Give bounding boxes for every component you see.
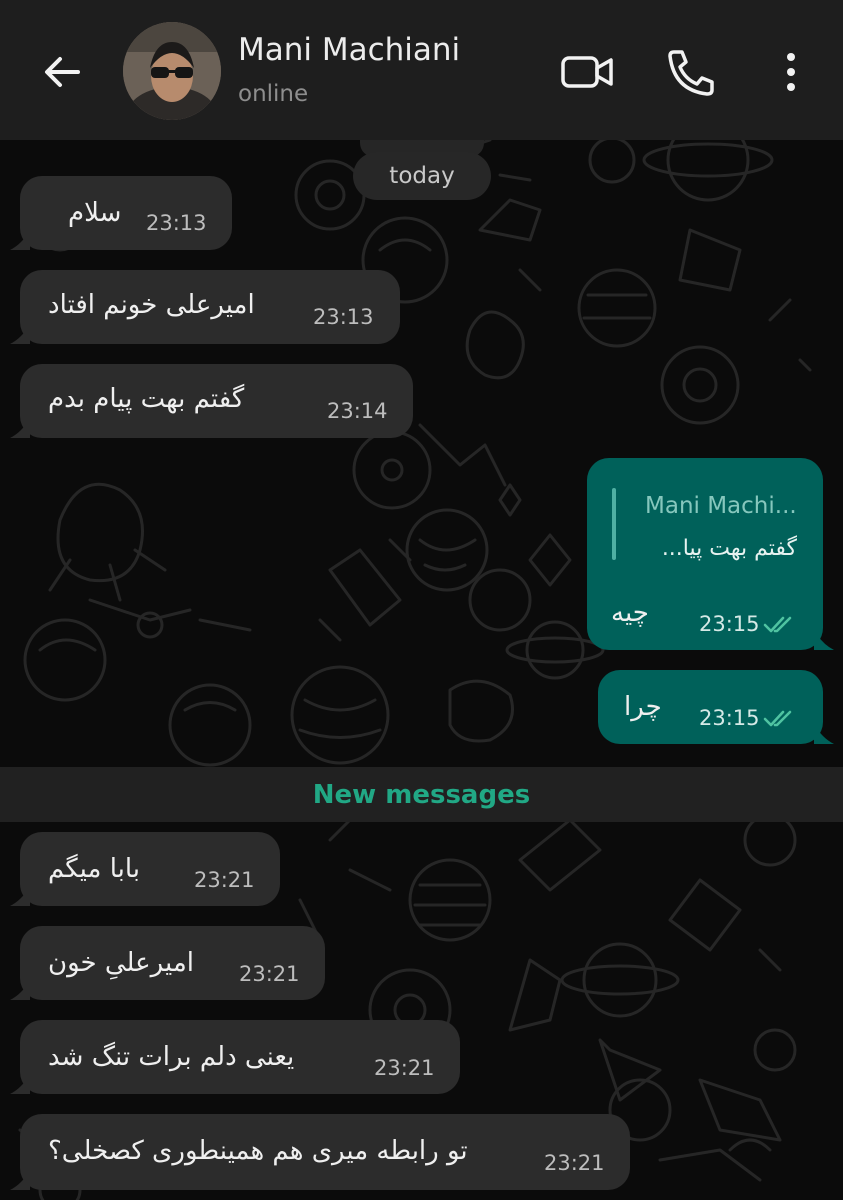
chat-header: Mani Machiani online <box>0 0 843 140</box>
incoming-message[interactable]: سلام 23:13 <box>10 176 232 250</box>
outgoing-message[interactable]: چرا 23:15 <box>598 670 834 744</box>
message-text: سلام <box>68 198 122 228</box>
bubble-tail <box>10 418 30 438</box>
incoming-message[interactable]: بابا میگم 23:21 <box>10 832 280 906</box>
bubble-tail <box>10 230 30 250</box>
message-text: تو رابطه میری هم همینطوری کصخلی؟ <box>48 1136 468 1166</box>
incoming-message[interactable]: تو رابطه میری هم همینطوری کصخلی؟ 23:21 <box>10 1114 630 1190</box>
contact-name[interactable]: Mani Machiani <box>238 32 460 68</box>
bubble-tail <box>10 980 30 1000</box>
bubble-tail <box>814 724 834 744</box>
message-time: 23:13 <box>146 211 207 235</box>
message-time: 23:15 <box>699 612 760 636</box>
incoming-message[interactable]: یعنی دلم برات تنگ شد 23:21 <box>10 1020 460 1094</box>
reply-quote-text: گفتم بهت پیا... <box>661 536 797 561</box>
phone-icon[interactable] <box>660 46 718 98</box>
incoming-message[interactable]: امیرعلیِ خون 23:21 <box>10 926 325 1000</box>
new-messages-divider: New messages <box>0 767 843 822</box>
incoming-message[interactable]: امیرعلی خونم افتاد 23:13 <box>10 270 400 344</box>
more-vertical-icon[interactable] <box>775 48 807 96</box>
bubble-tail <box>10 324 30 344</box>
message-time: 23:21 <box>374 1056 435 1080</box>
message-text: امیرعلی خونم افتاد <box>48 290 255 320</box>
read-checkmarks-icon <box>763 616 792 633</box>
message-time: 23:21 <box>239 962 300 986</box>
outgoing-message[interactable]: Mani Machi... گفتم بهت پیا... چیه 23:15 <box>587 458 834 650</box>
date-separator: today <box>353 152 491 200</box>
message-time: 23:21 <box>194 868 255 892</box>
message-time: 23:14 <box>327 399 388 423</box>
message-time: 23:15 <box>699 706 760 730</box>
message-time: 23:13 <box>313 305 374 329</box>
reply-quote-bar <box>612 488 616 560</box>
message-text: یعنی دلم برات تنگ شد <box>48 1042 295 1072</box>
message-time: 23:21 <box>544 1151 605 1175</box>
bubble-tail <box>814 630 834 650</box>
read-checkmarks-icon <box>763 710 792 727</box>
reply-sender-name: Mani Machi... <box>645 493 797 519</box>
video-call-icon[interactable] <box>556 48 618 96</box>
contact-status: online <box>238 81 309 107</box>
avatar[interactable] <box>123 22 221 120</box>
bubble-tail <box>10 1074 30 1094</box>
incoming-message[interactable]: گفتم بهت پیام بدم 23:14 <box>10 364 413 438</box>
bubble-tail <box>10 886 30 906</box>
message-text: امیرعلیِ خون <box>48 948 194 978</box>
message-text: چیه <box>611 598 649 628</box>
message-text: گفتم بهت پیام بدم <box>48 384 245 414</box>
message-text: بابا میگم <box>48 854 141 884</box>
message-text: چرا <box>624 692 662 722</box>
back-arrow-icon[interactable] <box>38 48 86 96</box>
bubble-tail <box>10 1170 30 1190</box>
